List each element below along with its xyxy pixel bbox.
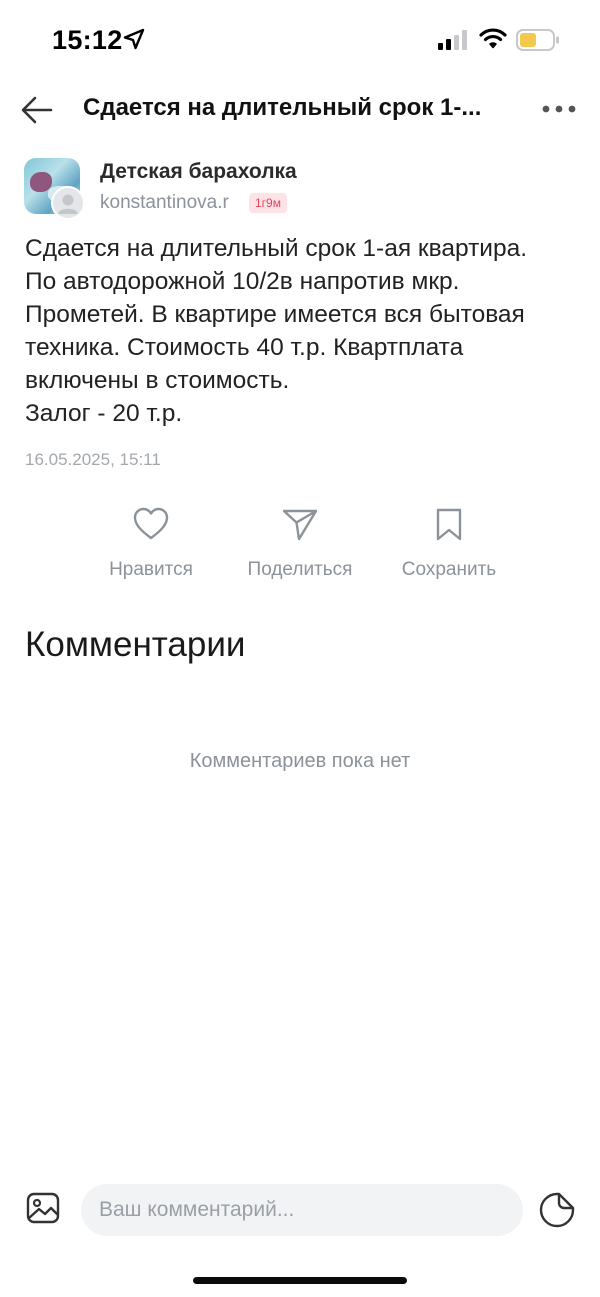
post-screen: 15:12 Сдается на длительный срок 1-... Д… (0, 0, 600, 1297)
post-line: Прометей. В квартире имеется вся бытовая (25, 301, 525, 328)
top-app-bar: Сдается на длительный срок 1-... (0, 80, 600, 140)
save-label: Сохранить (401, 559, 497, 580)
post-timestamp: 16.05.2025, 15:11 (25, 450, 161, 469)
sticker-icon[interactable] (538, 1191, 576, 1229)
post-actions: Нравится Поделиться Сохранить (0, 505, 600, 595)
group-name[interactable]: Детская барахолка (100, 160, 297, 184)
location-arrow-icon (123, 28, 145, 50)
post-author[interactable]: Детская барахолка konstantinova.r 1г9м (24, 158, 584, 220)
comments-heading: Комментарии (25, 625, 246, 664)
share-label: Поделиться (247, 559, 353, 580)
bookmark-icon (436, 508, 462, 541)
post-body: Сдается на длительный срок 1-ая квартира… (25, 232, 585, 430)
save-button[interactable]: Сохранить (379, 505, 519, 590)
comment-input[interactable] (81, 1184, 523, 1236)
like-label: Нравится (109, 559, 193, 580)
wifi-icon (479, 28, 507, 49)
page-title: Сдается на длительный срок 1-... (83, 94, 482, 121)
share-button[interactable]: Поделиться (230, 505, 370, 590)
post-line: техника. Стоимость 40 т.р. Квартплата (25, 334, 464, 361)
post-line: включены в стоимость. (25, 367, 290, 394)
image-attach-icon[interactable] (25, 1190, 61, 1226)
status-bar: 15:12 (0, 0, 600, 80)
home-indicator[interactable] (193, 1277, 407, 1284)
post-line: Залог - 20 т.р. (25, 400, 183, 427)
like-button[interactable]: Нравится (81, 505, 221, 590)
more-dots-icon[interactable] (540, 98, 578, 120)
heart-icon (133, 507, 169, 540)
user-placeholder-icon (53, 188, 83, 218)
comment-composer (0, 1182, 600, 1242)
battery-icon (516, 29, 559, 51)
age-badge: 1г9м (249, 193, 287, 213)
post-line: Сдается на длительный срок 1-ая квартира… (25, 235, 528, 262)
author-username[interactable]: konstantinova.r (100, 192, 229, 214)
status-time: 15:12 (52, 25, 123, 55)
signal-icon (438, 30, 467, 50)
post-line: По автодорожной 10/2в напротив мкр. (25, 268, 460, 295)
user-avatar[interactable] (51, 186, 85, 220)
arrow-left-icon[interactable] (20, 93, 54, 127)
send-icon (282, 509, 318, 541)
empty-comments-text: Комментариев пока нет (189, 750, 411, 772)
